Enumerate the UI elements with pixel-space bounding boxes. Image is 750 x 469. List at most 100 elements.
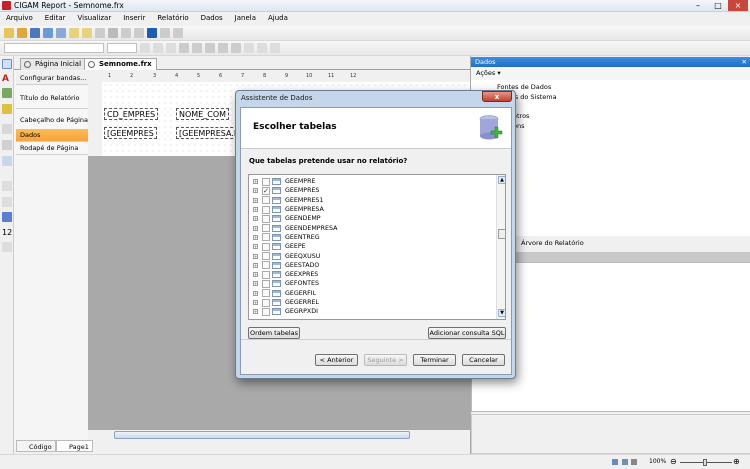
scroll-thumb[interactable] bbox=[498, 229, 505, 239]
tab-report-tree[interactable]: Árvore do Relatório bbox=[511, 236, 750, 250]
maximize-icon[interactable]: □ bbox=[708, 0, 728, 11]
band-titulo[interactable]: Título do Relatório bbox=[16, 87, 88, 109]
expand-icon[interactable]: + bbox=[253, 300, 258, 306]
view-icon[interactable] bbox=[612, 459, 618, 465]
list-scrollbar[interactable]: ▲ ▼ bbox=[496, 175, 505, 319]
subreport-icon[interactable] bbox=[2, 124, 12, 134]
table-checkbox[interactable] bbox=[262, 233, 270, 242]
menu-inserir[interactable]: Inserir bbox=[117, 12, 151, 25]
dialog-close-button[interactable]: x bbox=[482, 91, 512, 102]
tab-codigo[interactable]: Código bbox=[16, 440, 56, 452]
table-checkbox[interactable] bbox=[262, 214, 270, 223]
expand-icon[interactable]: + bbox=[253, 197, 258, 203]
page-view-icon[interactable] bbox=[622, 459, 628, 465]
full-view-icon[interactable] bbox=[631, 459, 637, 465]
table-checkbox[interactable] bbox=[262, 196, 270, 205]
cancel-button[interactable]: Cancelar bbox=[462, 354, 505, 366]
table-checkbox[interactable] bbox=[262, 224, 270, 233]
expand-icon[interactable]: + bbox=[253, 309, 258, 315]
pointer-icon[interactable] bbox=[2, 59, 12, 69]
expand-icon[interactable]: + bbox=[253, 225, 258, 231]
table-checkbox[interactable] bbox=[262, 252, 270, 261]
tab-semnome[interactable]: Semnome.frx bbox=[84, 58, 157, 70]
cut-icon[interactable] bbox=[108, 28, 118, 38]
zoom-in-icon[interactable]: ⊕ bbox=[733, 457, 740, 466]
tables-list[interactable]: + GEEMPRE + ✓ GEEMPRES + GEEMPRES1 + GEEMPRESA + G… bbox=[248, 174, 506, 320]
tab-pagina-inicial[interactable]: Página Inicial bbox=[20, 58, 87, 70]
table-row[interactable]: + GEESTADO bbox=[249, 261, 319, 270]
group-icon[interactable] bbox=[173, 28, 183, 38]
copy-icon[interactable] bbox=[121, 28, 131, 38]
table-row[interactable]: + GEEXPRES bbox=[249, 270, 318, 279]
save-all-icon[interactable] bbox=[43, 28, 53, 38]
table-checkbox[interactable] bbox=[262, 298, 270, 307]
table-checkbox[interactable] bbox=[262, 279, 270, 288]
expand-icon[interactable]: + bbox=[253, 216, 258, 222]
table-checkbox[interactable] bbox=[262, 270, 270, 279]
align-right-icon[interactable] bbox=[205, 43, 215, 53]
table-row[interactable]: + GEENTREG bbox=[249, 233, 320, 242]
zoom-slider-thumb[interactable] bbox=[703, 459, 707, 466]
band-rodape[interactable]: Rodapé de Página bbox=[16, 142, 88, 155]
next-button[interactable]: Seguinte > bbox=[364, 354, 407, 366]
text-icon[interactable] bbox=[2, 181, 12, 191]
scroll-down-icon[interactable]: ▼ bbox=[498, 309, 505, 317]
picture-icon[interactable] bbox=[2, 88, 12, 98]
align-left-icon[interactable] bbox=[179, 43, 189, 53]
table-row[interactable]: + GEEPE bbox=[249, 242, 306, 251]
barcode-icon[interactable]: 12 bbox=[2, 228, 12, 238]
menu-editar[interactable]: Editar bbox=[39, 12, 72, 25]
menu-relatorio[interactable]: Relatório bbox=[151, 12, 194, 25]
field-nome-com[interactable]: NOME_COM bbox=[176, 108, 230, 120]
zoom-out-icon[interactable]: ⊖ bbox=[670, 457, 677, 466]
horizontal-scrollbar[interactable] bbox=[100, 430, 470, 440]
expand-icon[interactable]: + bbox=[253, 253, 258, 259]
tab-page1[interactable]: Page1 bbox=[56, 440, 93, 452]
shapes-icon[interactable] bbox=[2, 104, 12, 114]
rich-text-icon[interactable] bbox=[2, 242, 12, 252]
field-geempresa[interactable]: [GEEMPRESA.N bbox=[176, 127, 243, 139]
table-row[interactable]: + GEEMPRES1 bbox=[249, 196, 323, 205]
font-name-combo[interactable] bbox=[4, 43, 104, 53]
table-row[interactable]: + GEENDEMPRESA bbox=[249, 224, 337, 233]
configure-bands-button[interactable]: Configurar bandas... bbox=[16, 71, 88, 85]
tree-node-variaveis[interactable]: is do Sistema bbox=[513, 93, 557, 101]
matrix-icon[interactable] bbox=[2, 156, 12, 166]
minimize-icon[interactable]: – bbox=[688, 0, 708, 11]
table-row[interactable]: + GEEMPRESA bbox=[249, 205, 324, 214]
menu-visualizar[interactable]: Visualizar bbox=[72, 12, 118, 25]
table-row[interactable]: + GEGRPXDI bbox=[249, 307, 318, 316]
expand-icon[interactable]: + bbox=[253, 262, 258, 268]
menu-ajuda[interactable]: Ajuda bbox=[262, 12, 294, 25]
fill-icon[interactable] bbox=[257, 43, 267, 53]
page-settings-icon[interactable] bbox=[82, 28, 92, 38]
bold-icon[interactable] bbox=[140, 43, 150, 53]
table-checkbox[interactable] bbox=[262, 242, 270, 251]
expand-icon[interactable]: + bbox=[253, 281, 258, 287]
font-color-icon[interactable] bbox=[231, 43, 241, 53]
expand-icon[interactable]: + bbox=[253, 290, 258, 296]
preview-icon[interactable] bbox=[56, 28, 66, 38]
field-cd-empres[interactable]: CD_EMPRES bbox=[104, 108, 159, 120]
undo-icon[interactable] bbox=[147, 28, 157, 38]
previous-button[interactable]: < Anterior bbox=[315, 354, 358, 366]
table-checkbox[interactable] bbox=[262, 289, 270, 298]
justify-icon[interactable] bbox=[218, 43, 228, 53]
paste-icon[interactable] bbox=[134, 28, 144, 38]
table-row[interactable]: + GEEMPRE bbox=[249, 177, 315, 186]
close-icon[interactable]: ✕ bbox=[742, 57, 747, 67]
scroll-thumb[interactable] bbox=[114, 431, 410, 439]
table-checkbox[interactable] bbox=[262, 177, 270, 186]
band-cabecalho[interactable]: Cabeçalho de Página bbox=[16, 109, 88, 131]
border-icon[interactable] bbox=[244, 43, 254, 53]
expand-icon[interactable]: + bbox=[253, 188, 258, 194]
delete-page-icon[interactable] bbox=[95, 28, 105, 38]
expand-icon[interactable]: + bbox=[253, 207, 258, 213]
table-checkbox[interactable] bbox=[262, 307, 270, 316]
expand-icon[interactable]: + bbox=[253, 179, 258, 185]
order-tables-button[interactable]: Ordem tabelas bbox=[248, 327, 300, 339]
table-checkbox[interactable] bbox=[262, 205, 270, 214]
open-icon[interactable] bbox=[17, 28, 27, 38]
menu-dados[interactable]: Dados bbox=[195, 12, 229, 25]
checkbox-icon[interactable] bbox=[2, 197, 12, 207]
